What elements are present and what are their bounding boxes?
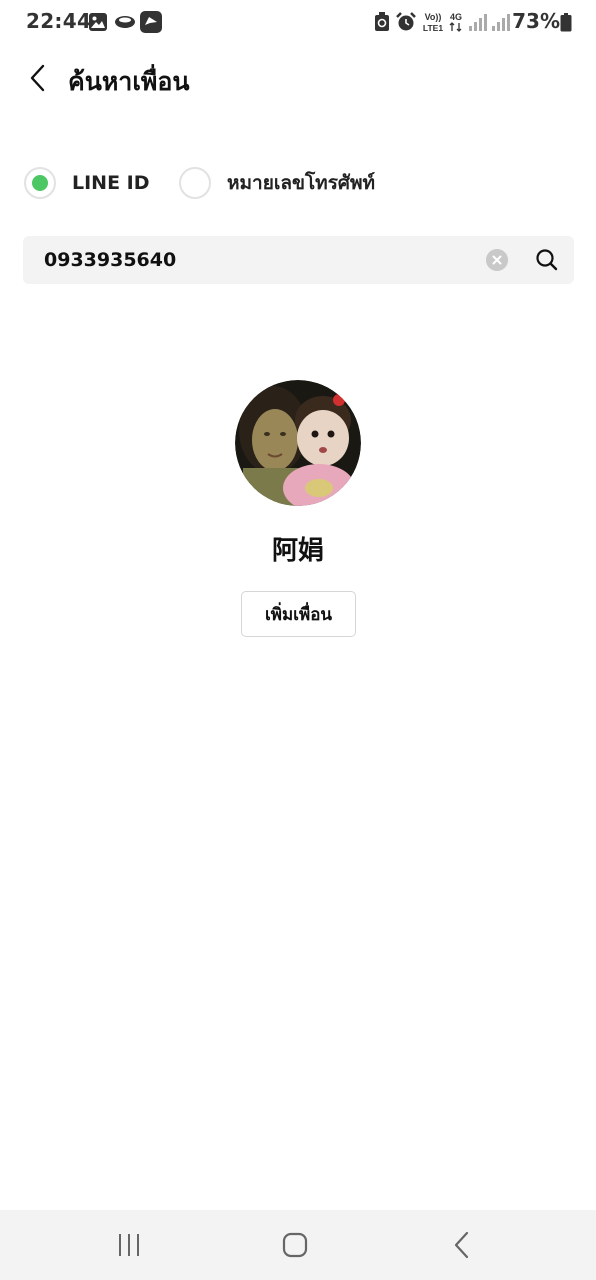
back-button[interactable] bbox=[24, 60, 54, 96]
radio-phone-number[interactable]: หมายเลขโทรศัพท์ bbox=[179, 163, 375, 203]
page-title: ค้นหาเพื่อน bbox=[68, 67, 190, 96]
navigation-bar bbox=[0, 1210, 596, 1280]
radio-circle-unselected[interactable] bbox=[179, 167, 211, 199]
volte-icon: Vo)) LTE1 bbox=[423, 12, 443, 33]
result-name: 阿娟 bbox=[271, 536, 324, 566]
screen: 22:44 Vo)) LTE1 4G 73% ค้นหาเพื่อน LINE … bbox=[0, 0, 596, 1280]
radio-line-id[interactable]: LINE ID bbox=[24, 163, 150, 203]
svg-text:LTE1: LTE1 bbox=[423, 23, 443, 33]
status-bar: 22:44 Vo)) LTE1 4G 73% bbox=[0, 0, 596, 46]
gallery-icon bbox=[89, 13, 107, 31]
add-friend-button[interactable]: เพิ่มเพื่อน bbox=[241, 591, 356, 637]
clear-icon[interactable] bbox=[486, 249, 508, 271]
svg-text:Vo)): Vo)) bbox=[425, 12, 442, 22]
signal-icon bbox=[469, 14, 487, 31]
radio-label-phone: หมายเลขโทรศัพท์ bbox=[227, 172, 376, 194]
search-icon[interactable] bbox=[534, 247, 560, 273]
cloud-icon bbox=[115, 16, 135, 28]
recycle-icon bbox=[375, 12, 389, 31]
search-input[interactable] bbox=[44, 236, 464, 284]
4g-icon: 4G bbox=[449, 12, 462, 32]
avatar bbox=[235, 380, 361, 506]
radio-selected-dot bbox=[32, 175, 48, 191]
battery-icon bbox=[560, 13, 572, 32]
radio-label-line-id: LINE ID bbox=[72, 172, 150, 194]
radio-circle-selected[interactable] bbox=[24, 167, 56, 199]
search-bar bbox=[23, 236, 574, 284]
header: ค้นหาเพื่อน bbox=[0, 50, 596, 106]
chat-app-icon bbox=[140, 11, 162, 33]
recents-icon[interactable] bbox=[111, 1227, 147, 1263]
battery-percent: 73% bbox=[512, 9, 560, 33]
alarm-icon bbox=[396, 12, 416, 31]
status-time: 22:44 bbox=[26, 9, 92, 33]
search-type-selector: LINE ID หมายเลขโทรศัพท์ bbox=[24, 163, 596, 203]
back-icon[interactable] bbox=[445, 1227, 481, 1263]
svg-text:4G: 4G bbox=[450, 12, 462, 22]
signal-icon bbox=[492, 14, 510, 31]
home-icon[interactable] bbox=[277, 1227, 313, 1263]
